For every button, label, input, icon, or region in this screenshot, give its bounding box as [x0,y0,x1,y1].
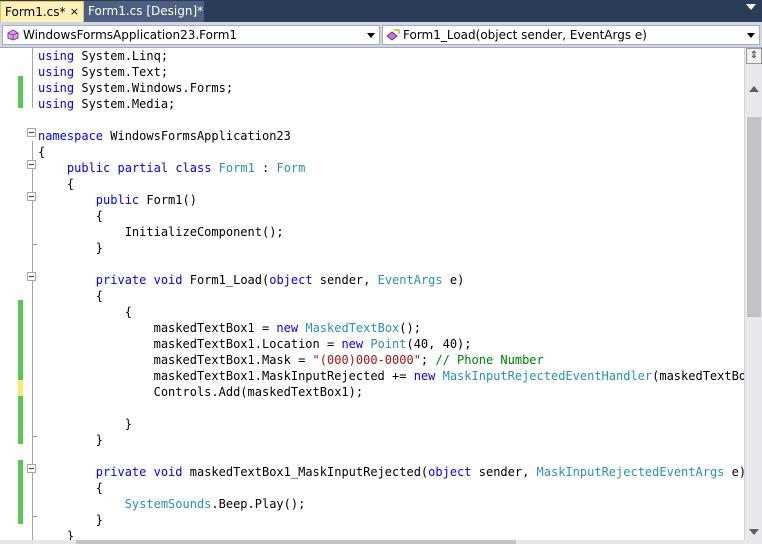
code-line: using System.Windows.Forms; [38,81,234,95]
chevron-down-icon [747,33,755,38]
code-line: private void Form1_Load(object sender, E… [95,273,465,287]
tab-form1-cs[interactable]: Form1.cs* × [0,1,84,22]
code-line: } [38,529,75,540]
code-line: using System.Media; [38,97,176,111]
scrollbar-thumb[interactable] [747,117,761,317]
close-tab-icon[interactable]: × [70,2,79,22]
code-line: { [38,145,46,159]
outline-line [32,48,33,108]
code-line: { [38,289,104,303]
code-editor[interactable]: using System.Linq; using System.Text; us… [0,48,744,540]
scroll-up-icon[interactable] [749,86,759,92]
navigation-bar: WindowsFormsApplication23.Form1 Form1_Lo… [0,22,762,48]
code-line: public Form1() [95,193,197,207]
code-line: { [38,177,75,191]
member-selector-value: Form1_Load(object sender, EventArgs e) [403,28,647,42]
outline-end [32,436,37,437]
code-line: namespace WindowsFormsApplication23 [38,129,291,143]
code-line: maskedTextBox1.Location = new Point(40, … [38,337,472,351]
code-line: using System.Text; [38,65,169,79]
change-indicator-saved [18,396,23,444]
outline-end [32,244,37,245]
collapse-mask-rejected-icon[interactable] [27,464,36,473]
code-line: private void maskedTextBox1_MaskInputRej… [95,465,744,479]
collapse-namespace-icon[interactable] [27,128,36,137]
tab-dropdown-icon[interactable] [746,4,756,10]
vertical-scrollbar[interactable]: ⇕ [744,48,762,540]
chevron-down-icon [367,33,375,38]
code-line: public partial class Form1 : Form [66,161,306,175]
code-line: } [38,433,104,447]
scroll-down-icon[interactable] [749,529,759,535]
tab-form1-design[interactable]: Form1.cs [Design]* [84,1,204,22]
change-indicator-unsaved [18,380,23,396]
code-line: { [38,305,132,319]
type-selector-dropdown[interactable]: WindowsFormsApplication23.Form1 [2,25,380,45]
horizontal-scrollbar[interactable] [0,540,762,544]
outline-end [32,516,37,517]
collapse-form1-load-icon[interactable] [27,272,36,281]
code-line: } [38,417,132,431]
method-icon [386,29,400,41]
code-line: maskedTextBox1.Mask = "(000)000-0000"; /… [38,353,544,367]
member-selector-dropdown[interactable]: Form1_Load(object sender, EventArgs e) [382,25,760,45]
code-line: maskedTextBox1 = new MaskedTextBox(); [38,321,421,335]
tab-form1-cs-label: Form1.cs* [5,5,66,19]
code-line: { [38,209,104,223]
change-indicator-saved [18,460,23,524]
code-line: } [38,241,104,255]
document-tab-strip: Form1.cs* × Form1.cs [Design]* [0,0,762,22]
code-line: Controls.Add(maskedTextBox1); [38,385,364,399]
code-line: maskedTextBox1.MaskInputRejected += new … [38,369,744,383]
tab-form1-design-label: Form1.cs [Design]* [88,4,204,18]
code-line: SystemSounds.Beep.Play(); [124,497,306,511]
collapse-class-icon[interactable] [27,160,36,169]
code-line: InitializeComponent(); [38,225,284,239]
splitter-icon[interactable]: ⇕ [746,48,762,64]
collapse-constructor-icon[interactable] [27,192,36,201]
type-selector-value: WindowsFormsApplication23.Form1 [23,28,238,42]
change-indicator-saved [18,300,23,380]
code-line: using System.Linq; [38,49,169,63]
code-line: } [38,513,104,527]
code-line: { [38,481,104,495]
change-indicator-saved [18,76,23,108]
class-icon [7,29,19,41]
horizontal-scrollbar-thumb[interactable] [76,540,516,544]
